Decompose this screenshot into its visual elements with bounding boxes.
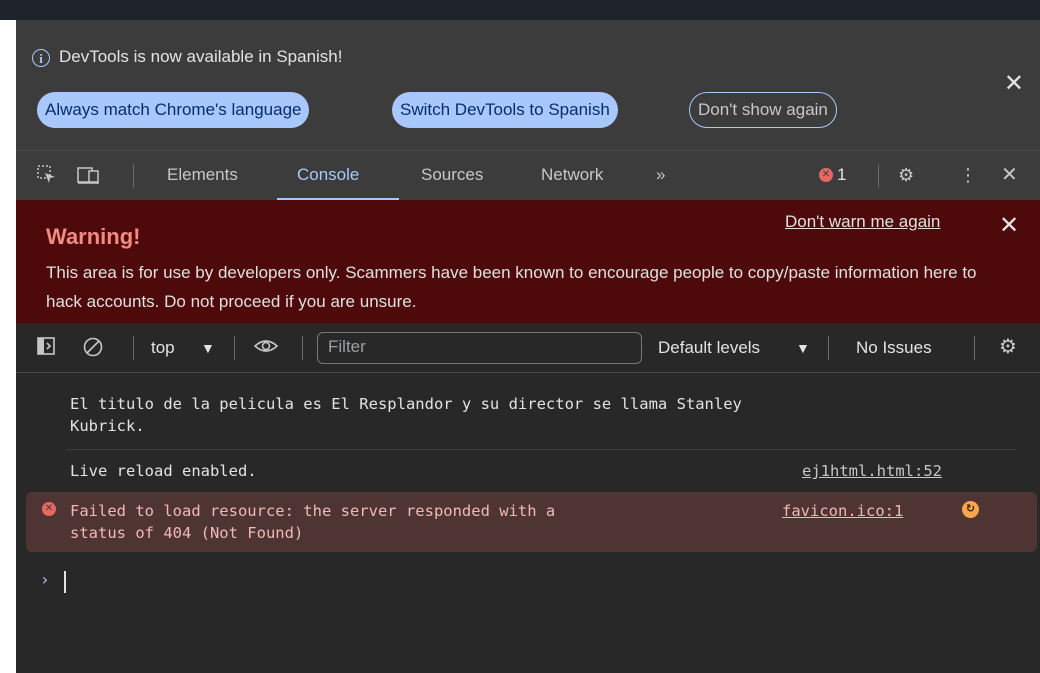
devtools-panel: i DevTools is now available in Spanish! … <box>16 20 1040 673</box>
infobar-message: DevTools is now available in Spanish! <box>59 47 343 66</box>
toolbar-separator <box>133 164 134 188</box>
console-toolbar: top ▼ Default levels ▼ No Issues ⚙ <box>16 323 1040 373</box>
context-selector[interactable]: top <box>151 337 175 359</box>
devtools-tab-bar: Elements Console Sources Network » ✕ 1 ⚙… <box>16 150 1040 201</box>
warning-title: Warning! <box>46 224 141 249</box>
network-request-icon[interactable]: ↻ <box>962 501 979 518</box>
console-prompt-icon: › <box>40 570 50 589</box>
live-expression-eye-icon[interactable] <box>253 336 279 362</box>
source-link[interactable]: favicon.ico:1 <box>782 500 903 522</box>
tab-console[interactable]: Console <box>297 164 359 186</box>
language-infobar: i DevTools is now available in Spanish! … <box>16 20 1040 150</box>
toolbar-separator <box>133 336 134 360</box>
context-dropdown-icon[interactable]: ▼ <box>201 337 215 359</box>
more-tabs-icon[interactable]: » <box>656 164 665 186</box>
toolbar-separator <box>234 336 235 360</box>
console-input-caret[interactable] <box>64 571 66 593</box>
infobar-close-icon[interactable]: ✕ <box>1004 72 1024 96</box>
close-devtools-icon[interactable]: ✕ <box>1001 164 1018 186</box>
filter-input[interactable] <box>326 336 630 358</box>
settings-gear-icon[interactable]: ⚙ <box>898 164 914 186</box>
self-xss-warning: Warning! This area is for use by develop… <box>16 200 1040 323</box>
error-icon: ✕ <box>42 502 56 516</box>
tab-elements[interactable]: Elements <box>167 164 238 186</box>
filter-box[interactable] <box>317 332 642 364</box>
error-count[interactable]: 1 <box>837 164 846 186</box>
inspect-element-icon[interactable] <box>36 164 58 191</box>
left-margin <box>0 20 16 673</box>
warning-body: This area is for use by developers only.… <box>46 263 977 311</box>
console-log-message: El titulo de la pelicula es El Resplando… <box>70 395 742 435</box>
clear-console-icon[interactable] <box>82 336 104 364</box>
more-options-icon[interactable]: ⋮ <box>959 164 977 186</box>
message-divider <box>66 449 1016 450</box>
tab-network[interactable]: Network <box>541 164 603 186</box>
window-top-bar <box>0 0 1040 20</box>
tab-sources[interactable]: Sources <box>421 164 483 186</box>
toolbar-separator <box>828 336 829 360</box>
levels-dropdown-icon[interactable]: ▼ <box>796 337 810 359</box>
error-badge-icon[interactable]: ✕ <box>819 168 833 182</box>
source-link[interactable]: ej1html.html:52 <box>802 460 942 482</box>
toolbar-separator <box>974 336 975 360</box>
toolbar-separator <box>878 164 879 188</box>
console-error-message: Failed to load resource: the server resp… <box>70 502 556 542</box>
dont-show-again-button[interactable]: Don't show again <box>689 92 837 128</box>
sidebar-toggle-icon[interactable] <box>36 336 56 362</box>
toolbar-separator <box>302 336 303 360</box>
dont-warn-again-link[interactable]: Don't warn me again <box>785 212 940 232</box>
always-match-language-button[interactable]: Always match Chrome's language <box>37 92 310 128</box>
info-icon: i <box>32 49 50 67</box>
console-log-message: Live reload enabled. <box>70 462 257 480</box>
console-settings-gear-icon[interactable]: ⚙ <box>999 336 1017 358</box>
issues-button[interactable]: No Issues <box>856 337 932 359</box>
switch-to-spanish-button[interactable]: Switch DevTools to Spanish <box>392 92 618 128</box>
device-toolbar-icon[interactable] <box>77 164 101 191</box>
default-levels-dropdown[interactable]: Default levels <box>658 337 760 359</box>
warning-close-icon[interactable]: ✕ <box>999 214 1019 238</box>
